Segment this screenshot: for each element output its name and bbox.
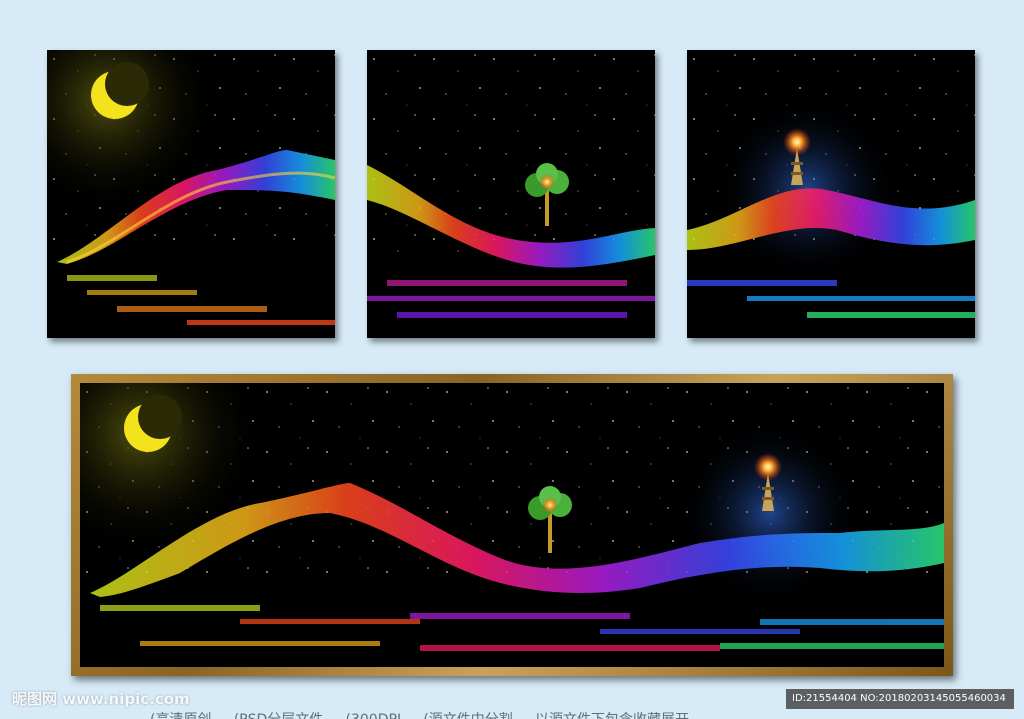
canvas-panel-left	[47, 50, 335, 338]
caption-text: (高清原创 ... (PSD分层文件 ... (300DPI ... (源文件中…	[150, 709, 689, 719]
image-id-bar: ID:21554404 NO:20180203145055460034	[786, 689, 1014, 709]
canvas-panorama	[80, 383, 944, 667]
canvas-panel-center	[367, 50, 655, 338]
site-watermark: 昵图网 www.nipic.com	[12, 690, 190, 708]
canvas-panel-right	[687, 50, 975, 338]
picture-frame	[71, 374, 953, 676]
